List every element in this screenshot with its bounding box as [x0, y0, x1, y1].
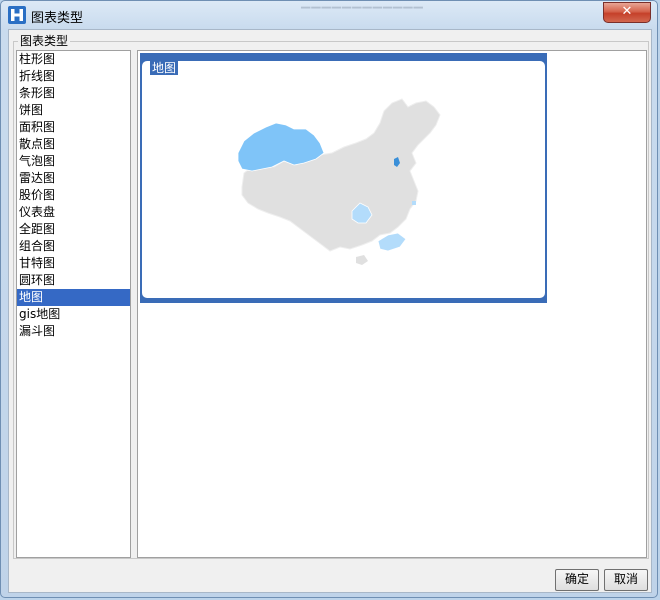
chart-type-item[interactable]: 饼图 [17, 102, 130, 119]
chart-type-item[interactable]: 折线图 [17, 68, 130, 85]
chart-type-list[interactable]: 柱形图 折线图 条形图 饼图 面积图 散点图 气泡图 雷达图 股价图 仪表盘 全距图 组合图 甘特图 圆环… [16, 50, 131, 558]
map-hainan [356, 255, 368, 265]
chart-type-item[interactable]: 气泡图 [17, 153, 130, 170]
map-landmass [241, 98, 441, 252]
chart-type-item[interactable]: 组合图 [17, 238, 130, 255]
chart-type-item[interactable]: 股价图 [17, 187, 130, 204]
chart-preview-panel: 地图 [137, 50, 647, 558]
chart-type-groupbox: 图表类型 柱形图 折线图 条形图 饼图 面积图 散点图 气泡图 雷达图 股价图 仪表盘 全距图 组合图… [13, 33, 649, 559]
window-title: 图表类型 [31, 11, 84, 26]
chart-type-item[interactable]: 条形图 [17, 85, 130, 102]
chart-type-item[interactable]: 地图 [17, 289, 130, 306]
chart-type-item[interactable]: 面积图 [17, 119, 130, 136]
chart-type-item[interactable]: 仪表盘 [17, 204, 130, 221]
chart-type-item[interactable]: 甘特图 [17, 255, 130, 272]
chart-type-item[interactable]: 漏斗图 [17, 323, 130, 340]
map-preview-frame[interactable]: 地图 [142, 61, 545, 298]
chart-type-item[interactable]: gis地图 [17, 306, 130, 323]
chart-type-item[interactable]: 雷达图 [17, 170, 130, 187]
china-map-thumbnail [237, 98, 441, 265]
chart-type-item[interactable]: 散点图 [17, 136, 130, 153]
chart-type-item[interactable]: 柱形图 [17, 51, 130, 68]
chart-type-item[interactable]: 全距图 [17, 221, 130, 238]
close-button[interactable]: ✕ [603, 2, 651, 23]
map-region-shanghai [412, 201, 416, 205]
dialog-client-area: 图表类型 柱形图 折线图 条形图 饼图 面积图 散点图 气泡图 雷达图 股价图 仪表盘 全距图 组合图… [8, 29, 652, 593]
background-window-text: ▔▔▔▔▔▔▔▔▔▔▔▔ [301, 7, 424, 21]
cancel-button[interactable]: 取消 [604, 569, 648, 591]
ok-button[interactable]: 确定 [555, 569, 599, 591]
app-logo-icon [8, 6, 26, 24]
chart-type-item[interactable]: 圆环图 [17, 272, 130, 289]
map-region-guangdong [377, 232, 407, 252]
chart-type-dialog: 图表类型 ▔▔▔▔▔▔▔▔▔▔▔▔ ✕ 图表类型 柱形图 折线图 条形图 饼图 面积图散… [0, 0, 658, 598]
close-icon: ✕ [621, 4, 633, 19]
groupbox-legend: 图表类型 [18, 33, 71, 49]
title-bar[interactable]: 图表类型 ▔▔▔▔▔▔▔▔▔▔▔▔ ✕ [1, 1, 657, 29]
map-preview-card[interactable]: 地图 [140, 53, 547, 303]
